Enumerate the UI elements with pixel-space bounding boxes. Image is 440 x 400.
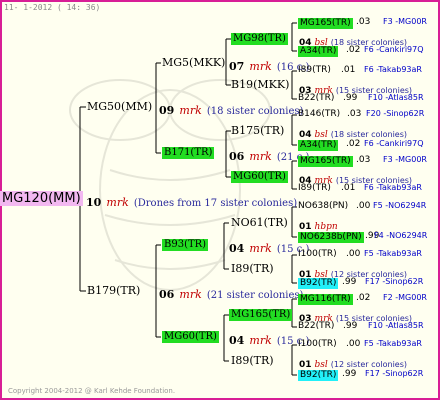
- l2-mark: mrk: [249, 242, 272, 255]
- l1-gen: 06: [159, 288, 175, 301]
- l2-mark: mrk: [249, 334, 272, 347]
- l4-ref: F5 -Takab93aR: [364, 339, 422, 348]
- l2-gen: 04: [229, 334, 245, 347]
- l1-info: 09 mrk (18 sister colonies): [159, 101, 303, 117]
- l1-mark: mrk: [179, 288, 202, 301]
- l4-ref: F6 -Cankiri97Q: [364, 45, 424, 54]
- l4-ref: F4 -NO6294R: [374, 231, 428, 240]
- root-queen-label[interactable]: MG120(MM): [0, 191, 83, 206]
- l4-ref: F17 -Sinop62R: [365, 277, 424, 286]
- l4-value: .99: [343, 321, 358, 331]
- l4-value: .99: [342, 369, 357, 379]
- l4-value: .03: [356, 155, 371, 165]
- l4-ref: F2 -MG00R: [383, 293, 427, 302]
- l4-value: .00: [346, 339, 361, 349]
- l1-label[interactable]: MG50(MM): [87, 101, 152, 112]
- l1-note: (21 sister colonies): [206, 290, 304, 301]
- l3-label[interactable]: B19(MKK): [231, 79, 289, 90]
- l1-gen: 09: [159, 104, 175, 117]
- l4-label[interactable]: B22(TR): [298, 94, 334, 103]
- l3-info: 01 bsl (12 sister colonies): [299, 354, 407, 370]
- l2-label[interactable]: B93(TR): [162, 239, 209, 251]
- l3-note: (18 sister colonies): [330, 130, 408, 139]
- l4-label[interactable]: A34(TR): [298, 140, 339, 151]
- l4-value: .00: [356, 201, 371, 211]
- l4-label[interactable]: A34(TR): [298, 46, 339, 57]
- l4-value: .03: [347, 109, 362, 119]
- l4-ref: F6 -Takab93aR: [364, 183, 422, 192]
- l1-info: 06 mrk (21 sister colonies): [159, 285, 303, 301]
- l4-value: .99: [342, 277, 357, 287]
- l4-label[interactable]: NO638(PN): [298, 202, 348, 211]
- l2-gen: 06: [229, 150, 245, 163]
- l3-gen: 04: [299, 130, 312, 140]
- l4-label[interactable]: B92(TR): [298, 278, 339, 289]
- l3-label[interactable]: I89(TR): [231, 263, 274, 274]
- l4-ref: F6 -Takab93aR: [364, 65, 422, 74]
- l4-ref: F10 -Atlas85R: [368, 93, 424, 102]
- l2-mark: mrk: [249, 60, 272, 73]
- l3-mark: bsl: [314, 130, 328, 140]
- l4-label[interactable]: NO6238b(PN): [298, 232, 364, 243]
- l2-gen: 07: [229, 60, 245, 73]
- l1-note: (18 sister colonies): [206, 106, 304, 117]
- l3-mark: bsl: [314, 360, 328, 370]
- l4-label[interactable]: I89(TR): [298, 184, 331, 193]
- l4-label[interactable]: I89(TR): [298, 66, 331, 75]
- l4-ref: F17 -Sinop62R: [365, 369, 424, 378]
- l2-gen: 04: [229, 242, 245, 255]
- l2-label[interactable]: MG5(MKK): [162, 57, 225, 68]
- l2-mark: mrk: [249, 150, 272, 163]
- l4-label[interactable]: MG165(TR): [298, 156, 353, 167]
- l4-ref: F3 -MG00R: [383, 155, 427, 164]
- l3-note: (12 sister colonies): [330, 360, 408, 369]
- l3-label[interactable]: MG165(TR): [229, 309, 293, 321]
- l4-label[interactable]: B146(TR): [298, 110, 340, 119]
- root-generation: 10: [86, 196, 102, 209]
- l2-label[interactable]: MG60(TR): [162, 331, 219, 343]
- root-info: 10 mrk (Drones from 17 sister colonies): [86, 193, 297, 209]
- l4-ref: F3 -MG00R: [383, 17, 427, 26]
- copyright: Copyright 2004-2012 @ Karl Kehde Foundat…: [8, 387, 176, 395]
- l4-value: .01: [341, 183, 356, 193]
- l4-value: .99: [343, 93, 358, 103]
- l3-mark: hbpn: [314, 222, 338, 232]
- l4-value: .00: [346, 249, 361, 259]
- l3-label[interactable]: NO61(TR): [231, 217, 288, 228]
- l4-ref: F5 -NO6294R: [373, 201, 427, 210]
- l3-info: 01 hbpn: [299, 216, 341, 232]
- l3-label[interactable]: MG60(TR): [231, 171, 288, 183]
- l3-gen: 01: [299, 222, 312, 232]
- l4-label[interactable]: MG165(TR): [298, 18, 353, 29]
- l1-label[interactable]: B179(TR): [87, 285, 140, 296]
- l3-label[interactable]: I89(TR): [231, 355, 274, 366]
- root-mark: mrk: [106, 196, 129, 209]
- l3-info: 04 bsl (18 sister colonies): [299, 124, 407, 140]
- l4-value: .01: [341, 65, 356, 75]
- l4-ref: F6 -Cankiri97Q: [364, 139, 424, 148]
- l4-value: .02: [346, 139, 361, 149]
- l3-label[interactable]: MG98(TR): [231, 33, 288, 45]
- l4-label[interactable]: MG116(TR): [298, 294, 353, 305]
- l1-mark: mrk: [179, 104, 202, 117]
- l4-ref: F10 -Atlas85R: [368, 321, 424, 330]
- l4-value: .02: [356, 293, 371, 303]
- l4-label[interactable]: I100(TR): [298, 340, 337, 349]
- l4-label[interactable]: B92(TR): [298, 370, 339, 381]
- l4-value: .02: [346, 45, 361, 55]
- l4-ref: F5 -Takab93aR: [364, 249, 422, 258]
- l4-value: .03: [356, 17, 371, 27]
- l3-gen: 01: [299, 360, 312, 370]
- l4-ref: F20 -Sinop62R: [366, 109, 425, 118]
- l3-label[interactable]: B175(TR): [231, 125, 284, 136]
- l4-label[interactable]: I100(TR): [298, 250, 337, 259]
- l2-label[interactable]: B171(TR): [162, 147, 215, 159]
- root-note: (Drones from 17 sister colonies): [133, 198, 298, 209]
- l4-label[interactable]: B22(TR): [298, 322, 334, 331]
